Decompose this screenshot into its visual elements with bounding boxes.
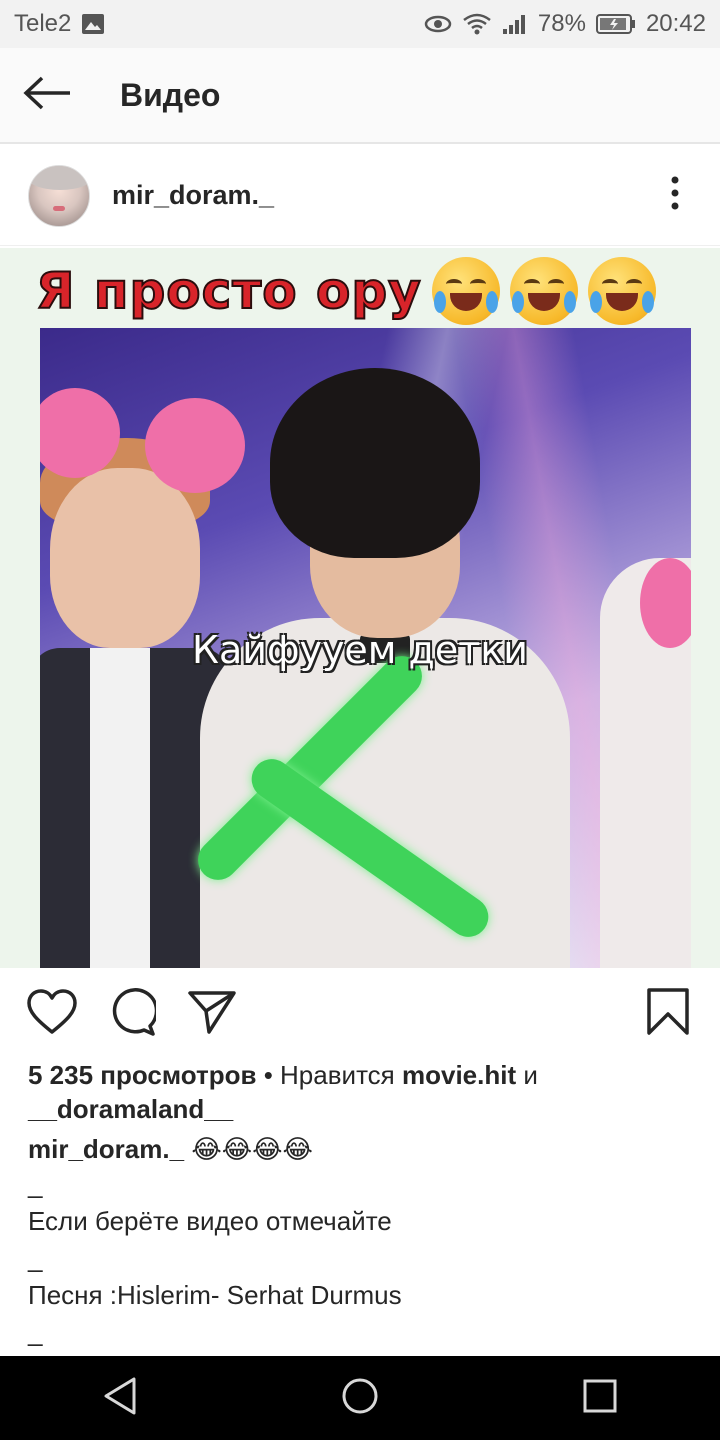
caption-dash: _: [28, 1169, 43, 1199]
video-subtitle: Кайфууем детки: [192, 628, 528, 672]
more-vertical-icon: [670, 175, 680, 216]
battery-percent: 78%: [537, 10, 586, 37]
carrier-label: Tele2: [14, 10, 72, 37]
rolling-laughing-emoji-icon: [587, 257, 656, 325]
liked-by-and: и: [516, 1060, 538, 1090]
rolling-laughing-emoji-icon: [509, 257, 578, 325]
heart-icon: [27, 988, 77, 1040]
system-nav-bar: [0, 1356, 720, 1440]
nav-recents-button[interactable]: [540, 1356, 660, 1440]
status-bar: Tele2 78% 20:42: [0, 0, 720, 48]
avatar[interactable]: [28, 164, 90, 227]
gallery-notification-icon: [81, 13, 105, 35]
post-username[interactable]: mir_doram._: [112, 180, 274, 211]
clock: 20:42: [645, 10, 706, 37]
wifi-icon: [462, 12, 492, 36]
nav-back-icon: [102, 1376, 138, 1421]
views-line: 5 235 просмотров • Нравится movie.hit и …: [28, 1058, 692, 1126]
screen: Tele2 78% 20:42 Видео mir_doram._ Я прос…: [0, 0, 720, 1440]
views-count[interactable]: 5 235 просмотров: [28, 1060, 256, 1090]
send-icon: [187, 989, 237, 1040]
nav-home-button[interactable]: [300, 1356, 420, 1440]
caption: mir_doram._ 😂😂😂😂: [28, 1132, 692, 1166]
caption-body: _ Если берёте видео отмечайте _ Песня :H…: [28, 1166, 692, 1351]
back-button[interactable]: [0, 47, 96, 143]
video-top-caption: Я просто ору: [35, 254, 656, 328]
caption-dash: _: [28, 1317, 43, 1347]
page-title: Видео: [120, 76, 221, 113]
comment-icon: [108, 987, 159, 1041]
nav-recents-icon: [582, 1378, 618, 1419]
save-button[interactable]: [628, 968, 708, 1060]
nav-home-icon: [340, 1376, 380, 1421]
comment-button[interactable]: [92, 968, 172, 1060]
liked-by-prefix: • Нравится: [256, 1060, 402, 1090]
arrow-left-icon: [22, 75, 74, 116]
caption-line-2: Песня :Hislerim- Serhat Durmus: [28, 1280, 402, 1310]
caption-username[interactable]: mir_doram._: [28, 1134, 184, 1164]
caption-emojis: 😂😂😂😂: [191, 1134, 313, 1164]
rolling-laughing-emoji-icon: [431, 257, 500, 325]
nav-back-button[interactable]: [60, 1356, 180, 1440]
post-meta: 5 235 просмотров • Нравится movie.hit и …: [28, 1058, 692, 1351]
liked-by-user[interactable]: movie.hit: [402, 1060, 516, 1090]
share-button[interactable]: [172, 968, 252, 1060]
signal-icon: [502, 13, 528, 35]
app-bar: Видео: [0, 48, 720, 144]
post-header: mir_doram._: [0, 146, 720, 246]
liked-by-user-2[interactable]: __doramaland__: [28, 1094, 233, 1124]
like-button[interactable]: [12, 968, 92, 1060]
caption-dash: _: [28, 1243, 43, 1273]
more-options-button[interactable]: [630, 146, 720, 246]
video-player[interactable]: Я просто ору Кайфууем детки: [0, 248, 720, 968]
bookmark-icon: [646, 987, 690, 1042]
battery-icon: [595, 13, 636, 35]
eye-icon: [424, 14, 452, 34]
action-bar: [0, 968, 720, 1060]
caption-line-1: Если берёте видео отмечайте: [28, 1206, 392, 1236]
video-top-text: Я просто ору: [35, 261, 422, 321]
